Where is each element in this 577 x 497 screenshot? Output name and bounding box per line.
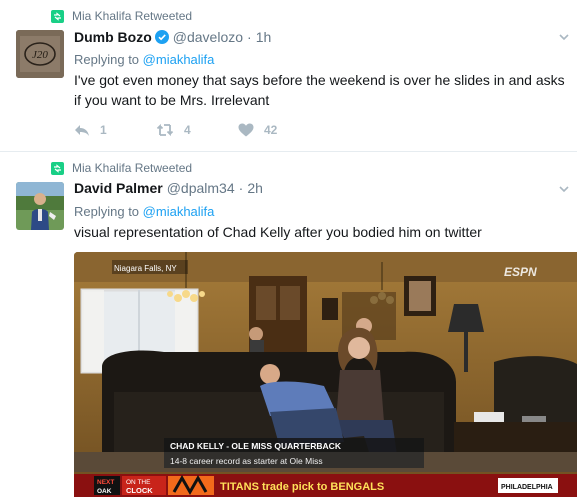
replying-to-line: Replying to @miakhalifa [74, 52, 214, 67]
tweet-header: Dumb Bozo @davelozo · 1h [74, 28, 271, 45]
retweet-icon [51, 161, 64, 175]
avatar[interactable] [16, 182, 64, 230]
ticker-location: PHILADELPHIA [501, 484, 553, 491]
like-button[interactable]: 42 [238, 123, 277, 137]
user-handle[interactable]: @davelozo [173, 29, 243, 45]
tweet-text: I've got even money that says before the… [74, 72, 565, 108]
tweet-text: visual representation of Chad Kelly afte… [74, 224, 482, 240]
lower-third-title: CHAD KELLY - OLE MISS QUARTERBACK [170, 441, 342, 451]
separator-dot: · [238, 180, 244, 196]
mention-link[interactable]: @miakhalifa [143, 204, 215, 219]
avatar[interactable]: J20 [16, 30, 64, 78]
tweet-media-image[interactable]: Niagara Falls, NY ESPN CHAD KELLY - OLE … [74, 252, 577, 497]
retweet-icon [51, 9, 64, 23]
replying-prefix: Replying to [74, 52, 140, 67]
tweet-actions: 1 4 42 [74, 121, 277, 139]
tweet[interactable]: Mia Khalifa Retweeted David Palmer @dpal… [0, 152, 577, 497]
timestamp[interactable]: 1h [256, 29, 272, 45]
retweet-context-text: Mia Khalifa Retweeted [72, 9, 193, 23]
tweet-header: David Palmer @dpalm34 · 2h [74, 180, 263, 196]
separator-dot: · [247, 29, 252, 45]
ticker-next-label: NEXT [97, 479, 114, 486]
user-handle[interactable]: @dpalm34 [167, 180, 235, 196]
ticker-next-team: OAK [97, 488, 112, 495]
chevron-down-icon[interactable] [557, 30, 571, 44]
media-illustration: Niagara Falls, NY ESPN CHAD KELLY - OLE … [74, 252, 577, 497]
verified-badge-icon [154, 30, 169, 44]
like-icon [238, 123, 254, 137]
reply-icon [74, 123, 90, 137]
ticker-clock-bottom: CLOCK [126, 486, 153, 495]
reply-button[interactable]: 1 [74, 123, 156, 137]
reply-count: 1 [100, 123, 107, 137]
retweet-count: 4 [184, 123, 191, 137]
retweet-context: Mia Khalifa Retweeted [51, 160, 192, 176]
ticker-clock-top: ON THE [126, 479, 151, 486]
network-logo: ESPN [504, 265, 537, 279]
replying-prefix: Replying to [74, 204, 140, 219]
display-name[interactable]: Dumb Bozo [74, 29, 152, 45]
retweet-context-text: Mia Khalifa Retweeted [72, 161, 193, 175]
replying-to-line: Replying to @miakhalifa [74, 204, 214, 219]
ticker-headline: TITANS trade pick to BENGALS [220, 481, 384, 493]
mention-link[interactable]: @miakhalifa [143, 52, 215, 67]
tweet[interactable]: Mia Khalifa Retweeted J20 Dumb Bozo @dav… [0, 0, 577, 152]
retweet-context: Mia Khalifa Retweeted [51, 8, 192, 24]
chevron-down-icon[interactable] [557, 182, 571, 196]
avatar-doodle-text: J20 [32, 49, 48, 61]
location-tag: Niagara Falls, NY [114, 264, 177, 273]
lower-third-subtitle: 14-8 career record as starter at Ole Mis… [170, 456, 323, 466]
timestamp[interactable]: 2h [247, 180, 263, 196]
retweet-button[interactable]: 4 [156, 123, 238, 137]
like-count: 42 [264, 123, 278, 137]
display-name[interactable]: David Palmer [74, 180, 163, 196]
retweet-icon [156, 123, 174, 137]
